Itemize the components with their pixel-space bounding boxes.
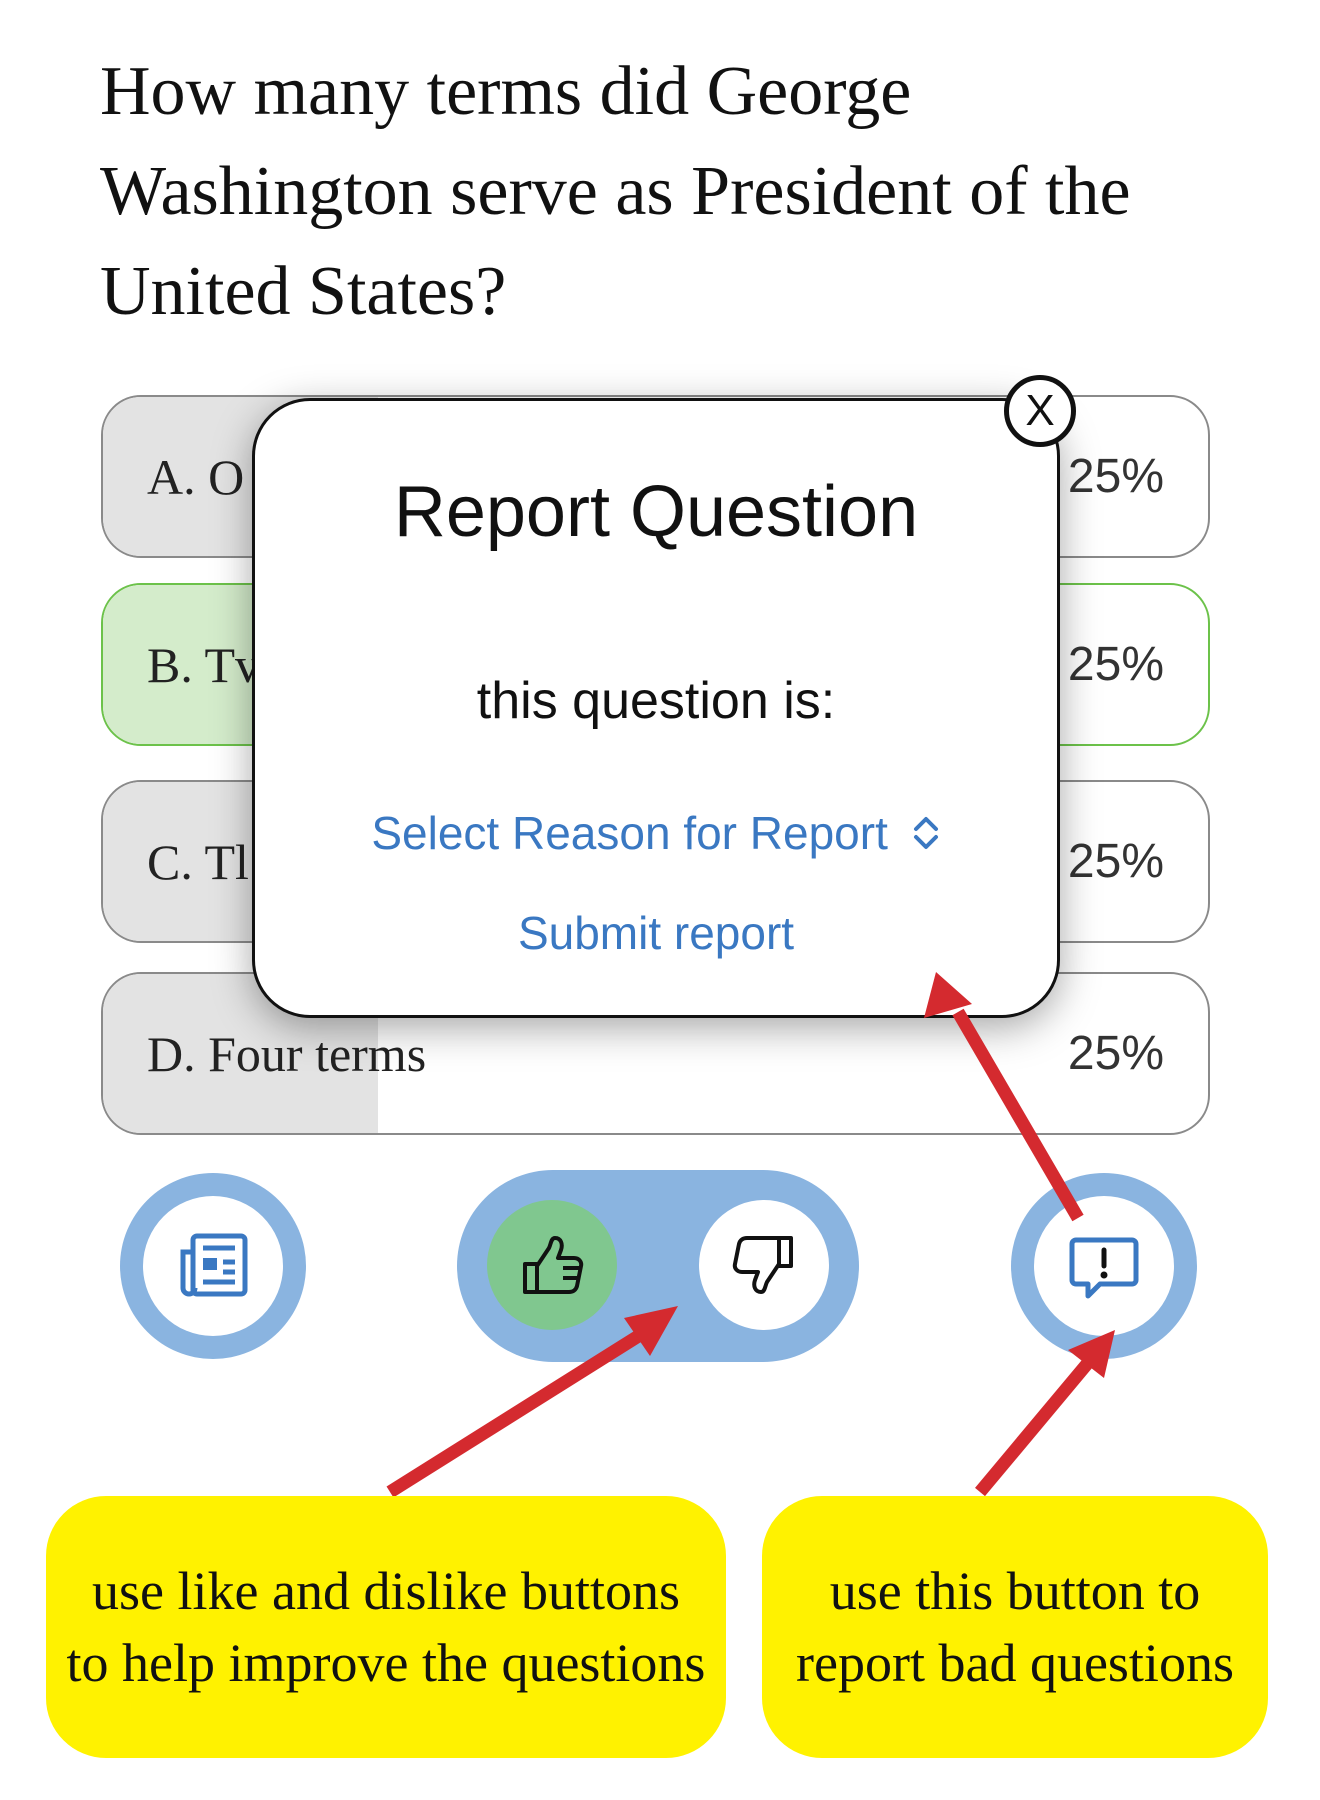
callout-text: use this button to report bad questions — [796, 1561, 1234, 1693]
report-callout: use this button to report bad questions — [762, 1496, 1268, 1758]
callout-text: use like and dislike buttons to help imp… — [66, 1561, 706, 1693]
like-dislike-arrow — [386, 1306, 678, 1498]
modal-arrow — [924, 972, 1084, 1222]
report-button-arrow — [975, 1330, 1115, 1497]
like-dislike-callout: use like and dislike buttons to help imp… — [46, 1496, 726, 1758]
